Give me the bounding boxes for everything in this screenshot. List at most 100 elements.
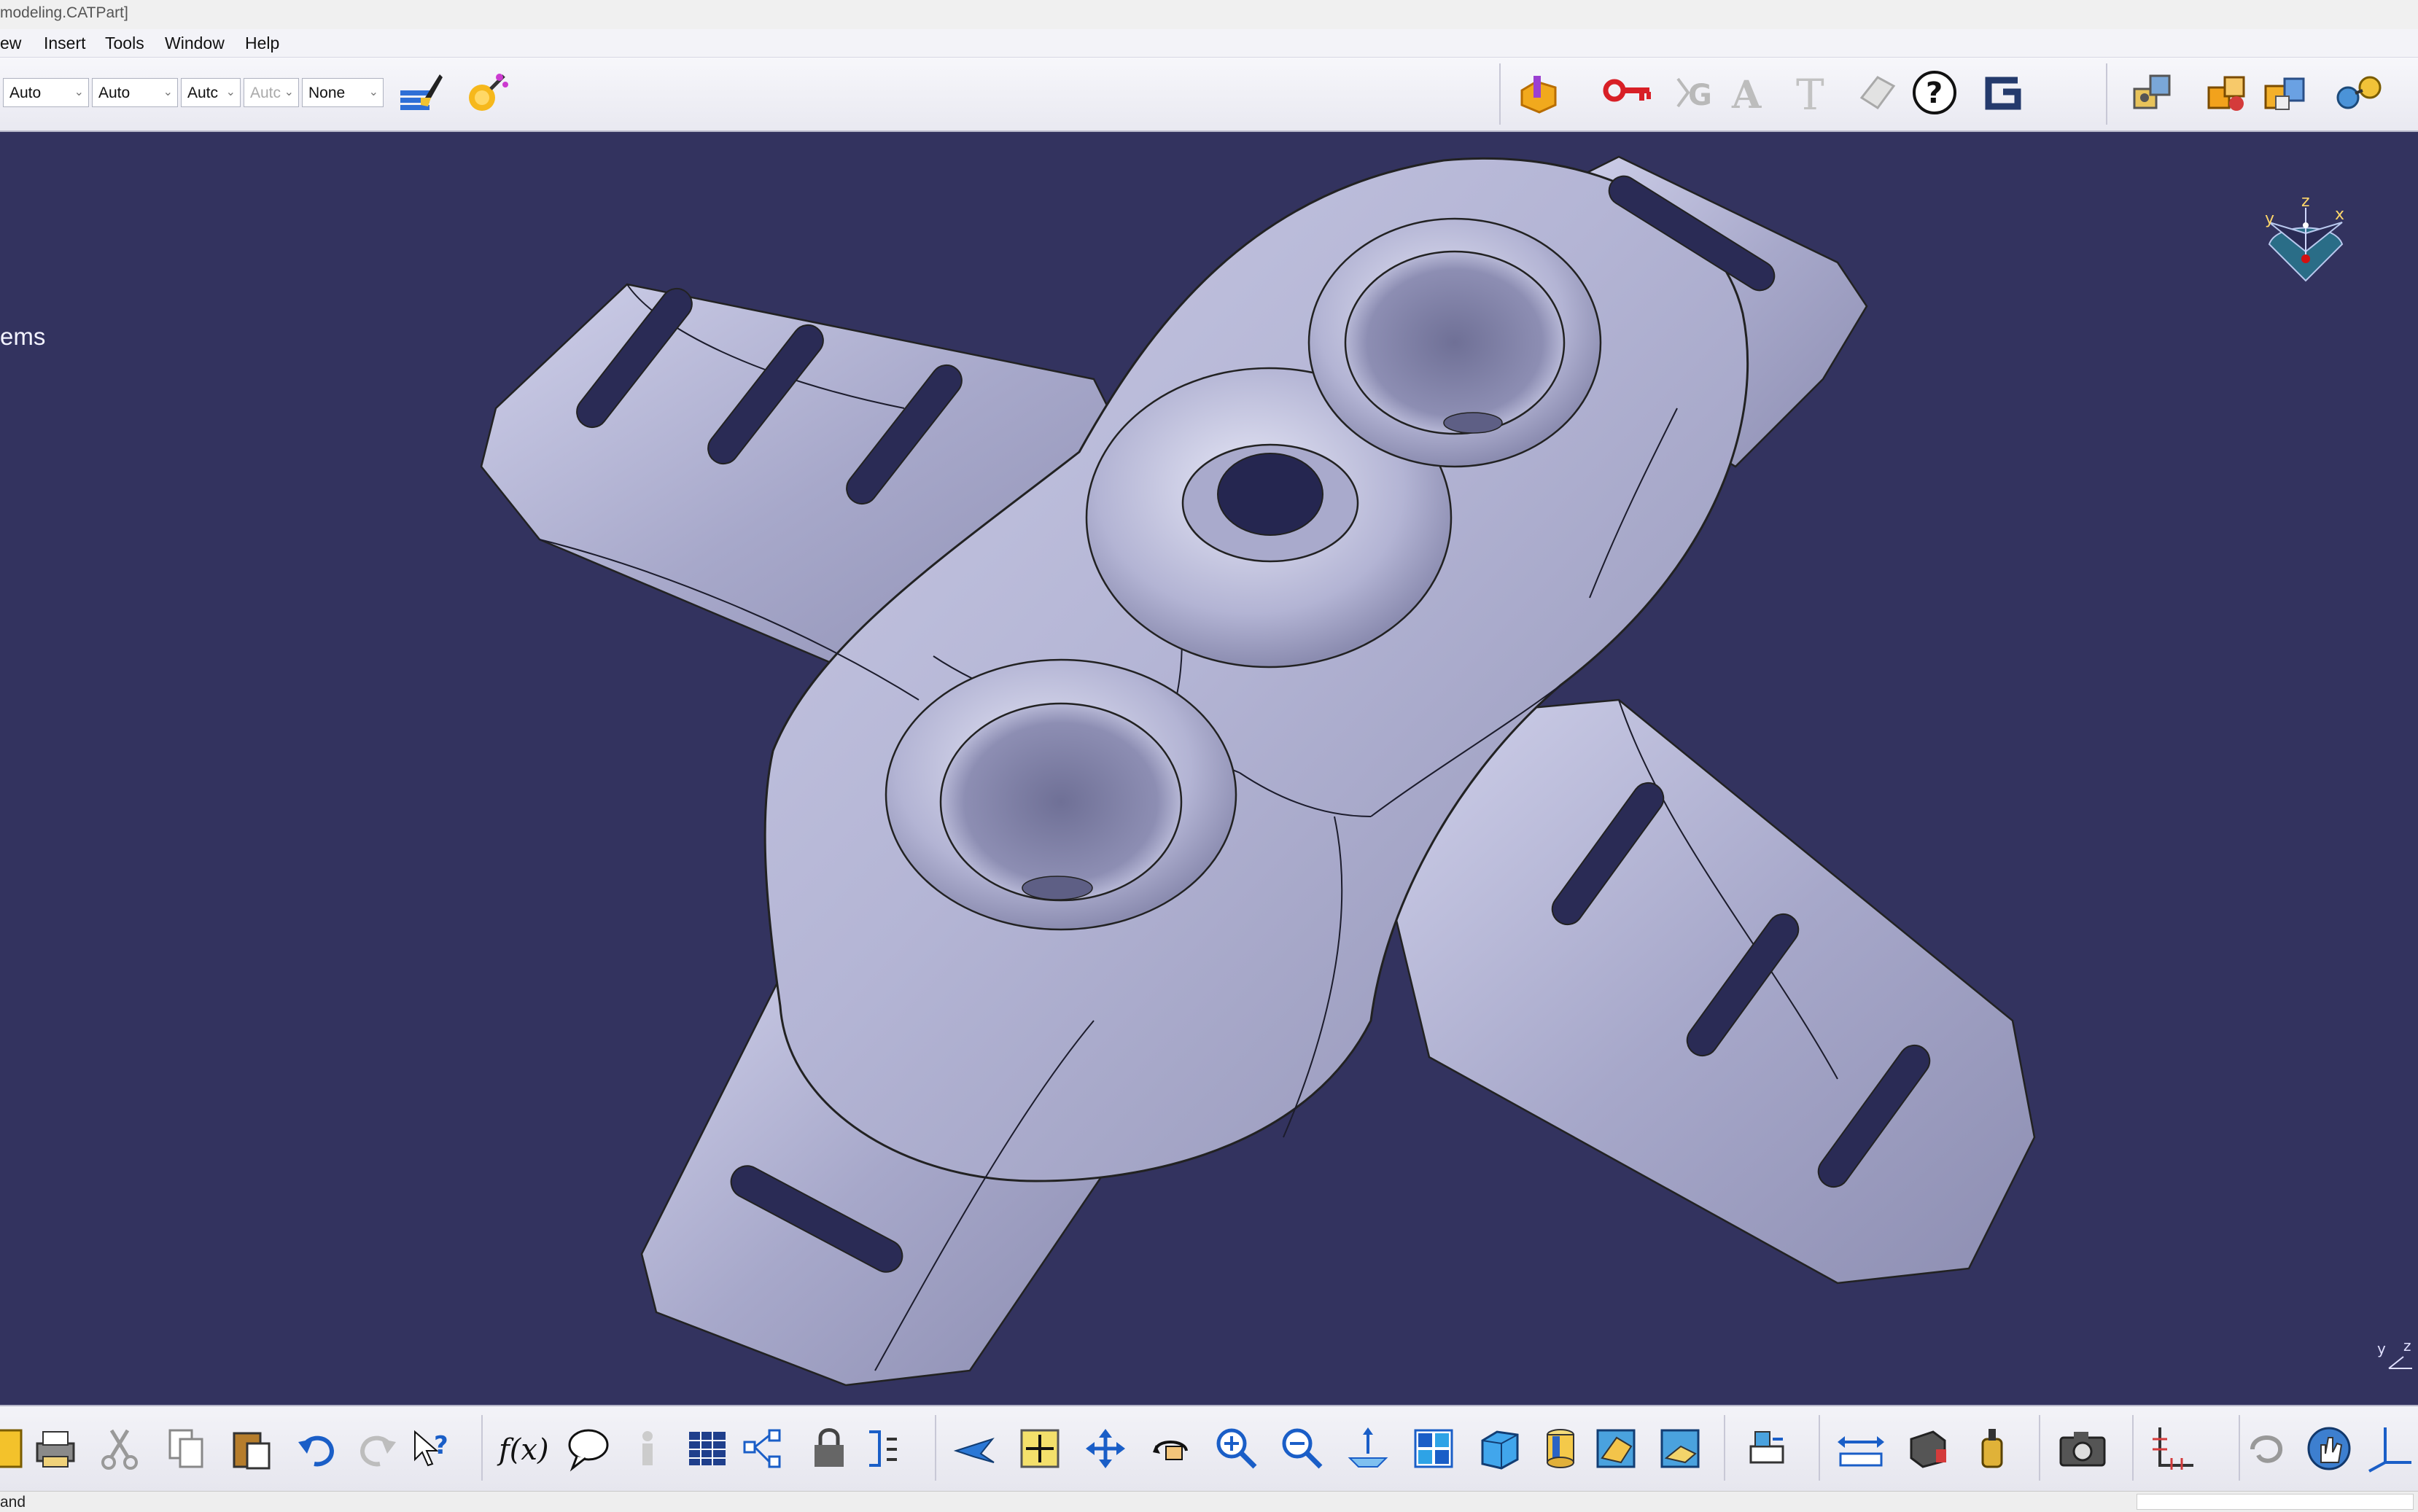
line-color-value: Auto xyxy=(98,85,131,101)
components-icon[interactable] xyxy=(2259,66,2312,119)
fit-all-icon[interactable] xyxy=(1014,1422,1066,1475)
zoom-in-icon[interactable] xyxy=(1210,1422,1263,1475)
power-input-field[interactable] xyxy=(2137,1494,2414,1510)
magic-wand-icon[interactable] xyxy=(461,66,513,119)
chevron-down-icon: ⌄ xyxy=(163,86,173,98)
painter-icon[interactable] xyxy=(394,66,446,119)
lock-icon[interactable] xyxy=(804,1422,856,1475)
part-model[interactable] xyxy=(0,132,2418,1405)
multi-view-icon[interactable] xyxy=(1407,1422,1460,1475)
table-icon[interactable] xyxy=(681,1422,734,1475)
print-icon[interactable] xyxy=(29,1422,82,1475)
geometry-viewport[interactable]: ems y z x y z xyxy=(0,132,2418,1405)
top-toolbar: Auto ⌄ Auto ⌄ Autc ⌄ Autc ⌄ None ⌄ G A T ? xyxy=(0,58,2418,132)
help-icon[interactable]: ? xyxy=(1908,66,1961,119)
chevron-down-icon: ⌄ xyxy=(284,86,294,98)
iso-view-icon[interactable] xyxy=(1473,1422,1525,1475)
formula-icon[interactable]: f(x) xyxy=(496,1422,548,1475)
tree-icon[interactable] xyxy=(738,1422,790,1475)
grayed-a-icon: A xyxy=(1722,66,1775,119)
fill-color-value: Auto xyxy=(9,85,42,101)
measure-item-icon[interactable] xyxy=(1902,1422,1954,1475)
text-icon[interactable]: T xyxy=(1785,66,1838,119)
toolbar-separator xyxy=(935,1415,936,1481)
layer-combo[interactable]: Autc ⌄ xyxy=(244,78,299,107)
compass-x-label: x xyxy=(2335,206,2344,224)
multi-part-icon[interactable] xyxy=(2202,66,2255,119)
zoom-out-icon[interactable] xyxy=(1276,1422,1329,1475)
toolbar-separator xyxy=(2132,1415,2134,1481)
hide-show-icon[interactable] xyxy=(1654,1422,1706,1475)
capture-icon[interactable] xyxy=(2056,1422,2109,1475)
grayed-g-icon: G xyxy=(1670,66,1722,119)
window-title: modeling.CATPart] xyxy=(0,4,128,21)
axis-triad-icon: y z xyxy=(2377,1339,2412,1369)
compass-z-label: z xyxy=(2301,192,2310,211)
status-text: and xyxy=(0,1494,26,1511)
toolbar-separator xyxy=(2106,63,2107,125)
menu-help[interactable]: Help xyxy=(245,34,279,53)
redo-icon[interactable] xyxy=(350,1422,403,1475)
menu-bar: ew Insert Tools Window Help xyxy=(0,29,2418,58)
line-weight-combo[interactable]: Autc ⌄ xyxy=(181,78,241,107)
key-icon[interactable] xyxy=(1601,66,1654,119)
knowledge-icon[interactable] xyxy=(621,1422,674,1475)
measure-inertia-icon[interactable] xyxy=(1966,1422,2018,1475)
svg-text:G: G xyxy=(1688,79,1712,112)
measure-between-icon[interactable] xyxy=(1835,1422,1887,1475)
fly-mode-icon[interactable] xyxy=(949,1422,1002,1475)
save-icon[interactable] xyxy=(0,1422,31,1475)
status-bar: and xyxy=(0,1491,2418,1512)
toolbar-separator xyxy=(1724,1415,1725,1481)
link-icon[interactable] xyxy=(2333,66,2386,119)
toolbar-separator xyxy=(1499,63,1501,125)
fill-color-combo[interactable]: Auto ⌄ xyxy=(3,78,89,107)
parameters-icon[interactable] xyxy=(862,1422,914,1475)
chevron-down-icon: ⌄ xyxy=(368,86,378,98)
chevron-down-icon: ⌄ xyxy=(74,86,84,98)
compass-widget[interactable]: y z x xyxy=(2255,164,2357,303)
linetype-combo[interactable]: None ⌄ xyxy=(302,78,384,107)
svg-text:?: ? xyxy=(434,1431,448,1460)
menu-window[interactable]: Window xyxy=(165,34,225,53)
paste-icon[interactable] xyxy=(225,1422,277,1475)
menu-view[interactable]: ew xyxy=(0,34,21,53)
shading-icon[interactable] xyxy=(1534,1422,1587,1475)
toolbar-separator xyxy=(2039,1415,2040,1481)
svg-text:?: ? xyxy=(1926,77,1943,110)
compass-y-label: y xyxy=(2265,210,2274,228)
normal-view-icon[interactable] xyxy=(1342,1422,1394,1475)
whats-this-icon[interactable]: ? xyxy=(405,1422,458,1475)
hand-icon[interactable] xyxy=(2303,1422,2355,1475)
linetype-value: None xyxy=(308,85,346,101)
pan-icon[interactable] xyxy=(1079,1422,1132,1475)
line-weight-value: Autc xyxy=(187,85,219,101)
undo-icon[interactable] xyxy=(292,1422,344,1475)
compass-icon[interactable] xyxy=(2361,1422,2414,1475)
svg-text:A: A xyxy=(1731,73,1762,117)
material-icon[interactable] xyxy=(1590,1422,1642,1475)
axis-system-icon[interactable] xyxy=(2145,1422,2198,1475)
toolbar-separator xyxy=(1819,1415,1820,1481)
swap-visible-icon[interactable] xyxy=(1741,1422,1794,1475)
copy-icon[interactable] xyxy=(160,1422,213,1475)
line-color-combo[interactable]: Auto ⌄ xyxy=(92,78,178,107)
svg-text:f(x): f(x) xyxy=(497,1433,548,1467)
svg-text:T: T xyxy=(1796,70,1824,117)
comment-icon[interactable] xyxy=(561,1422,614,1475)
toolbar-separator xyxy=(481,1415,483,1481)
triad-y-label: y xyxy=(2377,1340,2386,1357)
flag-note-icon[interactable] xyxy=(1851,66,1903,119)
cut-icon[interactable] xyxy=(93,1422,146,1475)
chevron-down-icon: ⌄ xyxy=(225,86,236,98)
menu-insert[interactable]: Insert xyxy=(44,34,86,53)
rotate-icon[interactable] xyxy=(1145,1422,1197,1475)
catalog-icon[interactable] xyxy=(1512,66,1565,119)
triad-z-label: z xyxy=(2403,1339,2411,1355)
layer-value: Autc xyxy=(250,85,281,101)
assembly-icon[interactable] xyxy=(2126,66,2179,119)
menu-tools[interactable]: Tools xyxy=(105,34,144,53)
brand-g-icon[interactable] xyxy=(1976,66,2029,119)
title-bar: modeling.CATPart] xyxy=(0,0,2418,29)
refresh-icon[interactable] xyxy=(2240,1422,2293,1475)
